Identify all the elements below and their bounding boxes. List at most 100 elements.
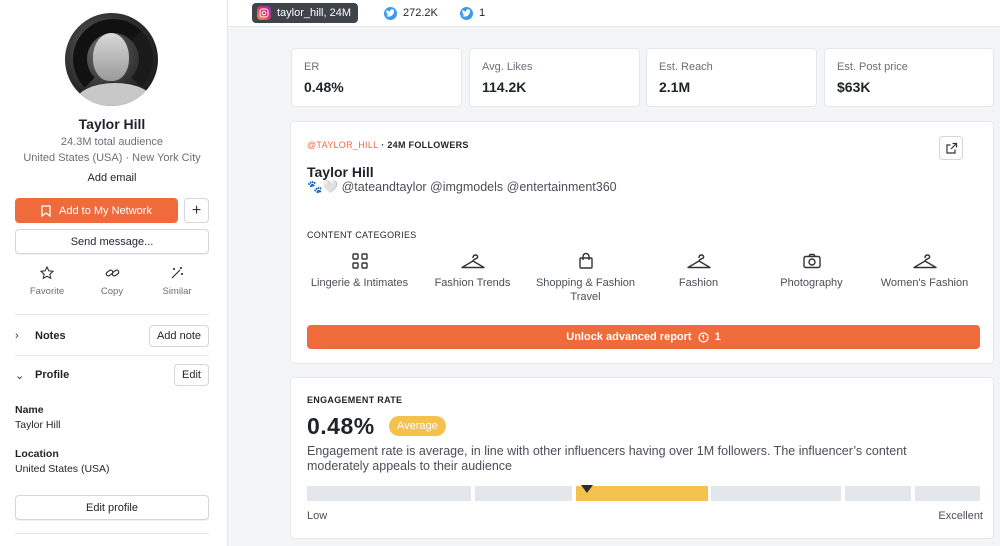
similar-action[interactable]: Similar	[145, 266, 209, 302]
divider	[15, 355, 209, 356]
hanger-icon	[912, 254, 937, 269]
stat-label: Avg. Likes	[482, 61, 533, 73]
favorite-action[interactable]: Favorite	[15, 266, 79, 302]
account-bio: 🐾🤍 @tateandtaylor @imgmodels @entertainm…	[307, 180, 617, 194]
stat-label: Est. Post price	[837, 61, 908, 73]
tab-instagram-label: taylor_hill, 24M	[277, 7, 351, 19]
category-item: Fashion	[642, 252, 755, 290]
field-value-location: United States (USA)	[15, 463, 110, 475]
stat-card-avg-likes: Avg. Likes 114.2K	[469, 48, 640, 107]
notes-section-header[interactable]: › Notes Add note	[15, 324, 209, 348]
category-item: Shopping & Fashion Travel	[529, 252, 642, 304]
category-label: Photography	[780, 277, 843, 289]
add-plus-button[interactable]: +	[184, 198, 209, 223]
send-message-button[interactable]: Send message...	[15, 229, 209, 254]
category-item: Fashion Trends	[416, 252, 529, 290]
profile-location: United States (USA) · New York City	[23, 152, 201, 164]
total-audience: 24.3M total audience	[60, 136, 164, 148]
account-handle-line: @TAYLOR_HILL · 24M FOLLOWERS	[307, 140, 469, 150]
external-link-icon	[945, 142, 957, 154]
link-icon	[105, 269, 119, 277]
category-item: Photography	[755, 252, 868, 290]
chevron-down-icon: ⌄	[15, 369, 25, 382]
avatar	[65, 13, 158, 106]
hanger-icon	[686, 254, 711, 269]
magic-wand-icon	[171, 267, 183, 279]
divider	[15, 314, 209, 315]
content-categories-title: CONTENT CATEGORIES	[307, 230, 417, 240]
engagement-rate-description: Engagement rate is average, in line with…	[307, 444, 907, 473]
tab-twitter-label: 272.2K	[403, 7, 438, 19]
category-label: Fashion Trends	[434, 277, 511, 289]
engagement-scale-segment	[475, 486, 572, 501]
favorite-label: Favorite	[29, 286, 65, 297]
open-external-button[interactable]	[939, 136, 963, 160]
field-label-location: Location	[15, 448, 59, 460]
stat-label: Est. Reach	[659, 61, 713, 73]
stat-value: 0.48%	[304, 79, 344, 95]
stat-card-er: ER 0.48%	[291, 48, 462, 107]
engagement-rate-value: 0.48%	[307, 413, 375, 439]
engagement-scale-segment	[307, 486, 471, 501]
grid-icon	[351, 253, 368, 269]
edit-button[interactable]: Edit	[174, 364, 209, 386]
add-to-network-button[interactable]: Add to My Network	[15, 198, 178, 223]
content-categories: Lingerie & Intimates Fashion Trends Shop…	[291, 252, 968, 308]
notes-title: Notes	[35, 330, 66, 342]
field-value-name: Taylor Hill	[15, 419, 61, 431]
edit-profile-button[interactable]: Edit profile	[15, 495, 209, 520]
category-item: Lingerie & Intimates	[303, 252, 416, 290]
add-note-button[interactable]: Add note	[148, 325, 209, 347]
chevron-right-icon: ›	[15, 330, 19, 342]
similar-label: Similar	[162, 286, 192, 297]
add-email-link[interactable]: Add email	[0, 172, 224, 184]
profile-name: Taylor Hill	[78, 116, 146, 132]
field-label-name: Name	[15, 404, 44, 416]
engagement-scale-segment	[845, 486, 911, 501]
category-label: Lingerie & Intimates	[310, 277, 409, 289]
tab-twitter-secondary[interactable]: 1	[460, 3, 485, 23]
engagement-scale-segment-active	[576, 486, 708, 501]
stat-value: $63K	[837, 79, 871, 95]
profile-sidebar: Taylor Hill 24.3M total audience United …	[0, 0, 228, 546]
shopping-bag-icon	[578, 252, 593, 269]
engagement-scale-low: Low	[307, 510, 328, 522]
divider	[15, 533, 209, 534]
tab-instagram[interactable]: taylor_hill, 24M	[252, 3, 358, 23]
twitter-icon	[384, 6, 397, 20]
copy-action[interactable]: Copy	[80, 266, 144, 302]
category-label: Women's Fashion	[880, 277, 969, 289]
stat-card-est-post-price: Est. Post price $63K	[824, 48, 994, 107]
engagement-scale-high: Excellent	[938, 510, 983, 522]
engagement-rate-card: ENGAGEMENT RATE 0.48% Average Engagement…	[290, 377, 994, 539]
account-handle[interactable]: @TAYLOR_HILL	[307, 140, 378, 150]
copy-label: Copy	[100, 286, 124, 297]
stat-label: ER	[304, 61, 320, 73]
account-followers: · 24M FOLLOWERS	[378, 140, 469, 150]
engagement-scale-segment	[915, 486, 980, 501]
star-icon	[40, 266, 54, 280]
account-name: Taylor Hill	[307, 164, 374, 180]
platform-tabs: taylor_hill, 24M 272.2K 1	[228, 0, 1000, 27]
category-label: Shopping & Fashion Travel	[535, 277, 636, 303]
profile-section-header[interactable]: ⌄ Profile Edit	[15, 363, 209, 387]
category-item: Women's Fashion	[868, 252, 981, 290]
tab-twitter[interactable]: 272.2K	[384, 3, 438, 23]
unlock-report-button[interactable]: Unlock advanced report 1	[307, 325, 980, 349]
unlock-report-label: Unlock advanced report	[566, 331, 692, 343]
instagram-icon	[257, 6, 271, 20]
twitter-icon	[460, 6, 473, 20]
stat-value: 2.1M	[659, 79, 691, 95]
coin-icon	[697, 331, 709, 343]
hanger-icon	[460, 254, 485, 269]
stat-value: 114.2K	[482, 79, 527, 95]
account-card: @TAYLOR_HILL · 24M FOLLOWERS Taylor Hill…	[290, 121, 994, 364]
tab-twitter-secondary-label: 1	[479, 7, 486, 19]
stat-card-est-reach: Est. Reach 2.1M	[646, 48, 817, 107]
engagement-scale-marker	[581, 485, 593, 493]
unlock-credits: 1	[714, 331, 721, 343]
category-label: Fashion	[678, 277, 719, 289]
engagement-rate-badge: Average	[389, 416, 446, 436]
camera-icon	[802, 253, 821, 269]
bookmark-icon	[41, 204, 51, 217]
